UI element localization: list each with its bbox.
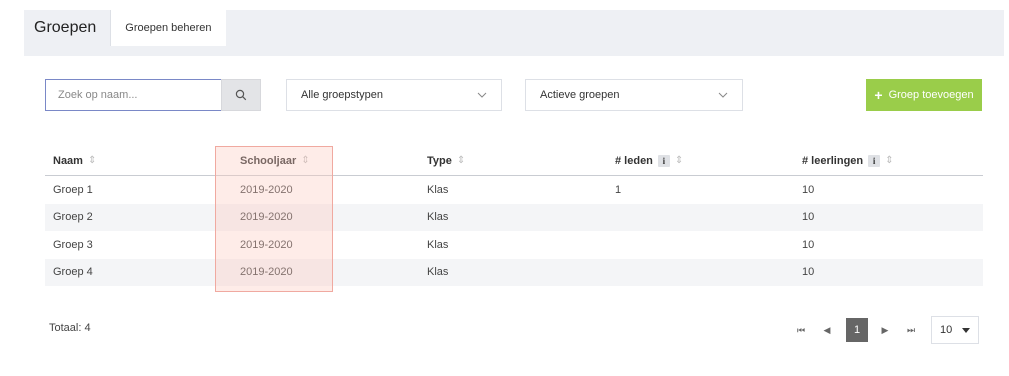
sort-icon: ⇕ bbox=[301, 155, 310, 166]
total-count: Totaal: 4 bbox=[49, 322, 91, 334]
cell-schooljaar: 2019-2020 bbox=[240, 266, 293, 279]
search-icon bbox=[235, 89, 247, 101]
table-header: Naam ⇕ Schooljaar ⇕ Type ⇕ # leden i ⇕ #… bbox=[45, 146, 983, 176]
cell-naam: Groep 1 bbox=[53, 183, 93, 196]
header-naam[interactable]: Naam ⇕ bbox=[45, 155, 232, 167]
cell-leerlingen: 10 bbox=[802, 266, 815, 279]
cell-type: Klas bbox=[427, 238, 449, 251]
header-leden-label: # leden bbox=[615, 154, 653, 167]
next-page-icon: ▶ bbox=[881, 324, 889, 335]
table-row[interactable]: Groep 3 2019-2020 Klas 10 bbox=[45, 231, 983, 259]
info-icon[interactable]: i bbox=[868, 154, 881, 167]
sort-icon: ⇕ bbox=[456, 155, 466, 166]
cell-leerlingen: 10 bbox=[802, 238, 815, 251]
sort-icon: ⇕ bbox=[674, 155, 684, 166]
page-size-select[interactable]: 10 bbox=[931, 316, 979, 344]
cell-leerlingen: 10 bbox=[802, 183, 815, 196]
chevron-down-icon bbox=[477, 92, 487, 98]
search-button[interactable] bbox=[221, 79, 261, 111]
add-group-button[interactable]: + Groep toevoegen bbox=[866, 79, 982, 111]
previous-page-icon: ◀ bbox=[823, 324, 831, 335]
table-row[interactable]: Groep 2 2019-2020 Klas 10 bbox=[45, 203, 983, 231]
group-status-value: Actieve groepen bbox=[540, 89, 620, 101]
header-type[interactable]: Type ⇕ bbox=[419, 155, 607, 167]
cell-naam: Groep 4 bbox=[53, 266, 93, 279]
cell-type: Klas bbox=[427, 183, 449, 196]
plus-icon: + bbox=[874, 87, 883, 103]
next-page-button[interactable]: ▶ bbox=[876, 318, 894, 342]
header-schooljaar-label: Schooljaar bbox=[240, 154, 297, 167]
cell-schooljaar: 2019-2020 bbox=[240, 183, 293, 196]
header-schooljaar[interactable]: Schooljaar ⇕ bbox=[232, 155, 419, 167]
cell-schooljaar: 2019-2020 bbox=[240, 211, 293, 224]
cell-type: Klas bbox=[427, 266, 449, 279]
table-row[interactable]: Groep 1 2019-2020 Klas 1 10 bbox=[45, 176, 983, 204]
info-icon[interactable]: i bbox=[657, 154, 670, 167]
cell-naam: Groep 3 bbox=[53, 238, 93, 251]
header-leerlingen[interactable]: # leerlingen i ⇕ bbox=[794, 154, 983, 167]
search-input[interactable] bbox=[45, 79, 221, 111]
first-page-icon: ⏮ bbox=[796, 324, 806, 335]
groups-table: Naam ⇕ Schooljaar ⇕ Type ⇕ # leden i ⇕ #… bbox=[45, 146, 983, 286]
cell-naam: Groep 2 bbox=[53, 211, 93, 224]
tab-groepen[interactable]: Groepen bbox=[24, 10, 111, 46]
add-group-label: Groep toevoegen bbox=[888, 89, 974, 101]
cell-leerlingen: 10 bbox=[802, 211, 815, 224]
tab-bar: Groepen Groepen beheren bbox=[24, 10, 226, 46]
page-size-value: 10 bbox=[940, 324, 953, 336]
first-page-button[interactable]: ⏮ bbox=[792, 318, 810, 342]
group-status-select[interactable]: Actieve groepen bbox=[525, 79, 743, 111]
last-page-icon: ⏭ bbox=[906, 324, 916, 335]
cell-schooljaar: 2019-2020 bbox=[240, 238, 293, 251]
header-type-label: Type bbox=[427, 154, 452, 167]
tab-groepen-beheren[interactable]: Groepen beheren bbox=[110, 10, 226, 46]
cell-leden: 1 bbox=[615, 183, 622, 196]
group-type-value: Alle groepstypen bbox=[301, 89, 383, 101]
current-page-button[interactable]: 1 bbox=[846, 318, 868, 342]
caret-down-icon bbox=[962, 327, 970, 333]
group-type-select[interactable]: Alle groepstypen bbox=[286, 79, 502, 111]
header-leden[interactable]: # leden i ⇕ bbox=[607, 154, 794, 167]
sort-icon: ⇕ bbox=[87, 155, 97, 166]
chevron-down-icon bbox=[718, 92, 728, 98]
header-leerlingen-label: # leerlingen bbox=[802, 154, 864, 167]
sort-icon: ⇕ bbox=[885, 155, 894, 166]
table-row[interactable]: Groep 4 2019-2020 Klas 10 bbox=[45, 258, 983, 286]
last-page-button[interactable]: ⏭ bbox=[902, 318, 920, 342]
previous-page-button[interactable]: ◀ bbox=[818, 318, 836, 342]
cell-type: Klas bbox=[427, 211, 449, 224]
header-naam-label: Naam bbox=[53, 154, 83, 167]
